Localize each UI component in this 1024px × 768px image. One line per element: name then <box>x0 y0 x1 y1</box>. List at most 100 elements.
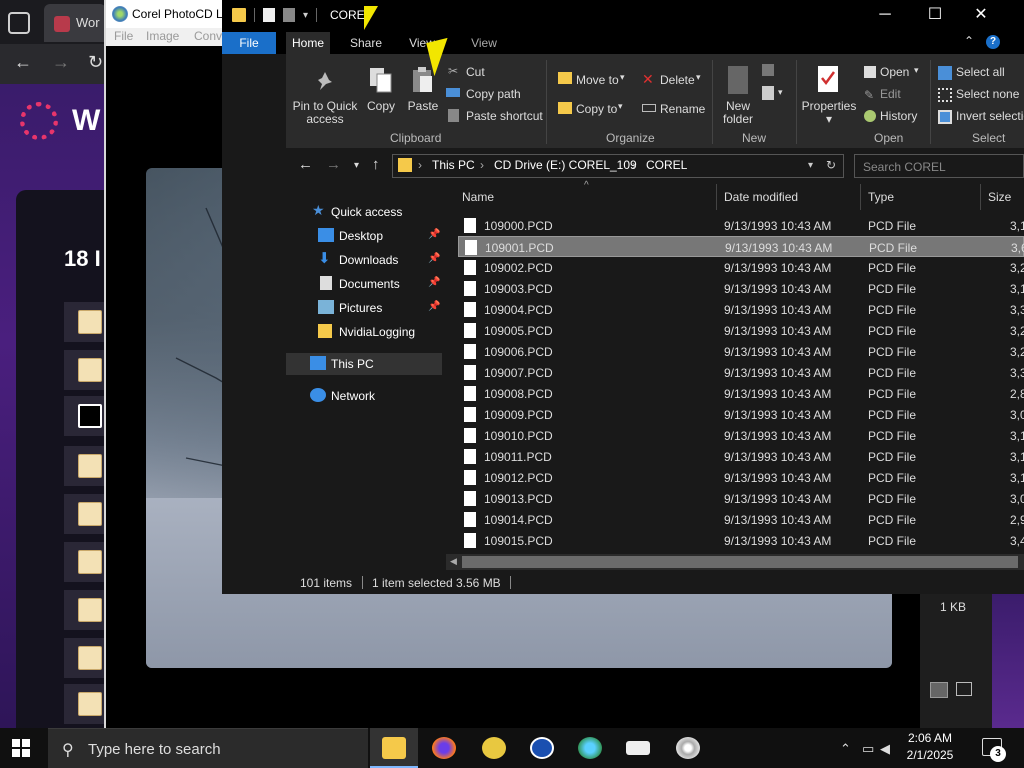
new-folder-button[interactable]: New folder <box>718 100 758 126</box>
column-header-size[interactable]: Size <box>988 190 1011 204</box>
nav-documents[interactable]: Documents 📌 <box>286 273 442 295</box>
volume-icon[interactable]: ◀ <box>880 741 890 757</box>
taskbar-firefox[interactable] <box>420 728 468 768</box>
back-arrow-icon[interactable]: ← <box>14 52 32 73</box>
taskbar-file-explorer[interactable] <box>370 728 418 768</box>
table-row[interactable]: 109002.PCD 9/13/1993 10:43 AM PCD File 3,2 <box>458 257 1024 278</box>
maximize-button[interactable]: ☐ <box>912 0 958 32</box>
network-status-icon[interactable]: ▭ <box>862 741 874 757</box>
nav-desktop[interactable]: Desktop 📌 <box>286 225 442 247</box>
tab-file[interactable]: File <box>222 32 276 54</box>
help-icon[interactable]: ? <box>986 35 1000 49</box>
explorer-title-bar[interactable]: ▾ COREl ─ ☐ ✕ <box>222 0 1024 32</box>
taskbar-app-bee[interactable] <box>470 728 518 768</box>
table-row[interactable]: 109000.PCD 9/13/1993 10:43 AM PCD File 3,1 <box>458 215 1024 236</box>
taskbar-photocd[interactable] <box>664 728 712 768</box>
table-row[interactable]: 109008.PCD 9/13/1993 10:43 AM PCD File 2,8 <box>458 383 1024 404</box>
edit-button[interactable]: Edit <box>880 87 901 101</box>
breadcrumb-this-pc[interactable]: This PC <box>432 158 475 172</box>
table-row[interactable]: 109014.PCD 9/13/1993 10:43 AM PCD File 2,9 <box>458 509 1024 530</box>
invert-selection-button[interactable]: Invert selectio <box>956 109 1024 123</box>
details-view-icon[interactable] <box>930 682 948 698</box>
delete-dropdown-icon[interactable]: ▾ <box>696 72 701 83</box>
column-divider[interactable] <box>980 184 981 210</box>
history-button[interactable]: History <box>880 109 917 123</box>
nav-network[interactable]: Network <box>286 385 442 407</box>
collapse-ribbon-icon[interactable]: ⌃ <box>964 34 974 48</box>
properties-dropdown-icon[interactable]: ▾ <box>826 112 832 126</box>
breadcrumb-corel[interactable]: COREL <box>646 158 687 172</box>
column-header-name[interactable]: Name <box>462 190 494 204</box>
table-row[interactable]: 109003.PCD 9/13/1993 10:43 AM PCD File 3,1 <box>458 278 1024 299</box>
menu-file[interactable]: File <box>114 29 133 43</box>
properties-button[interactable]: Properties ▾ <box>800 100 858 126</box>
copy-button[interactable]: Copy <box>362 100 400 113</box>
large-icons-view-icon[interactable] <box>956 682 972 696</box>
table-row[interactable]: 109004.PCD 9/13/1993 10:43 AM PCD File 3,3 <box>458 299 1024 320</box>
delete-button[interactable]: Delete <box>660 73 695 87</box>
copy-to-button[interactable]: Copy to <box>576 102 617 116</box>
table-row[interactable]: 109010.PCD 9/13/1993 10:43 AM PCD File 3,1 <box>458 425 1024 446</box>
column-header-type[interactable]: Type <box>868 190 894 204</box>
nav-pictures[interactable]: Pictures 📌 <box>286 297 442 319</box>
column-divider[interactable] <box>716 184 717 210</box>
open-dropdown-icon[interactable]: ▾ <box>914 65 919 76</box>
tab-view-ghost[interactable]: View <box>466 32 502 54</box>
show-hidden-icons-icon[interactable]: ⌃ <box>840 741 851 757</box>
breadcrumb-cd-drive[interactable]: CD Drive (E:) COREL_109 <box>494 158 637 172</box>
close-button[interactable]: ✕ <box>958 0 1004 32</box>
paste-shortcut-button[interactable]: Paste shortcut <box>466 109 543 123</box>
menu-convert[interactable]: Conv <box>194 29 222 43</box>
easy-access-dropdown-icon[interactable]: ▾ <box>778 87 783 98</box>
table-row[interactable]: 109012.PCD 9/13/1993 10:43 AM PCD File 3,1 <box>458 467 1024 488</box>
customize-toolbar-icon[interactable]: ▾ <box>303 10 308 21</box>
new-folder-icon[interactable] <box>283 8 295 22</box>
up-arrow-icon[interactable]: ↑ <box>372 156 380 173</box>
menu-image[interactable]: Image <box>146 29 179 43</box>
table-row[interactable]: 109011.PCD 9/13/1993 10:43 AM PCD File 3,1 <box>458 446 1024 467</box>
column-header-date-modified[interactable]: Date modified <box>724 190 798 204</box>
table-row[interactable]: 109001.PCD 9/13/1993 10:43 AM PCD File 3,6 <box>458 236 1024 257</box>
refresh-icon[interactable]: ↻ <box>826 158 836 172</box>
taskbar-app-card[interactable] <box>614 728 662 768</box>
new-item-icon[interactable] <box>762 64 774 76</box>
move-to-dropdown-icon[interactable]: ▾ <box>620 72 625 83</box>
taskbar-app-csi[interactable] <box>518 728 566 768</box>
table-row[interactable]: 109005.PCD 9/13/1993 10:43 AM PCD File 3,2 <box>458 320 1024 341</box>
scrollbar-thumb[interactable] <box>462 556 1018 568</box>
rename-button[interactable]: Rename <box>660 102 705 116</box>
pin-to-quick-access-button[interactable]: Pin to Quick access <box>288 100 362 126</box>
table-row[interactable]: 109013.PCD 9/13/1993 10:43 AM PCD File 3,0 <box>458 488 1024 509</box>
tab-actions-icon[interactable] <box>8 12 30 34</box>
cut-button[interactable]: Cut <box>466 65 485 79</box>
browser-tab[interactable]: Wor <box>44 4 106 42</box>
recent-locations-icon[interactable]: ▾ <box>354 160 359 171</box>
column-divider[interactable] <box>860 184 861 210</box>
horizontal-scrollbar[interactable]: ◀ <box>446 554 1024 570</box>
back-arrow-icon[interactable]: ← <box>298 156 313 173</box>
minimize-button[interactable]: ─ <box>862 0 908 32</box>
move-to-button[interactable]: Move to <box>576 73 619 87</box>
table-row[interactable]: 109009.PCD 9/13/1993 10:43 AM PCD File 3,0 <box>458 404 1024 425</box>
taskbar-clock[interactable]: 2:06 AM 2/1/2025 <box>900 730 960 764</box>
table-row[interactable]: 109007.PCD 9/13/1993 10:43 AM PCD File 3,3 <box>458 362 1024 383</box>
forward-arrow-icon[interactable]: → <box>52 52 70 73</box>
address-dropdown-icon[interactable]: ▾ <box>808 160 813 171</box>
windows-start-icon[interactable] <box>12 739 30 757</box>
select-none-button[interactable]: Select none <box>956 87 1019 101</box>
forward-arrow-icon[interactable]: → <box>326 156 341 173</box>
taskbar-app-globe[interactable] <box>566 728 614 768</box>
scroll-left-icon[interactable]: ◀ <box>450 556 457 567</box>
table-row[interactable]: 109006.PCD 9/13/1993 10:43 AM PCD File 3,2 <box>458 341 1024 362</box>
tab-share[interactable]: Share <box>344 32 388 54</box>
copy-to-dropdown-icon[interactable]: ▾ <box>618 101 623 112</box>
properties-icon[interactable] <box>263 8 275 22</box>
nav-this-pc[interactable]: This PC <box>286 353 442 375</box>
nav-nvidialogging[interactable]: NvidiaLogging <box>286 321 442 343</box>
nav-quick-access[interactable]: ★ Quick access <box>286 201 442 223</box>
open-button[interactable]: Open <box>880 65 909 79</box>
easy-access-icon[interactable] <box>762 86 774 100</box>
search-input[interactable]: Search COREL <box>854 154 1024 178</box>
paste-button[interactable]: Paste <box>404 100 442 113</box>
select-all-button[interactable]: Select all <box>956 65 1005 79</box>
